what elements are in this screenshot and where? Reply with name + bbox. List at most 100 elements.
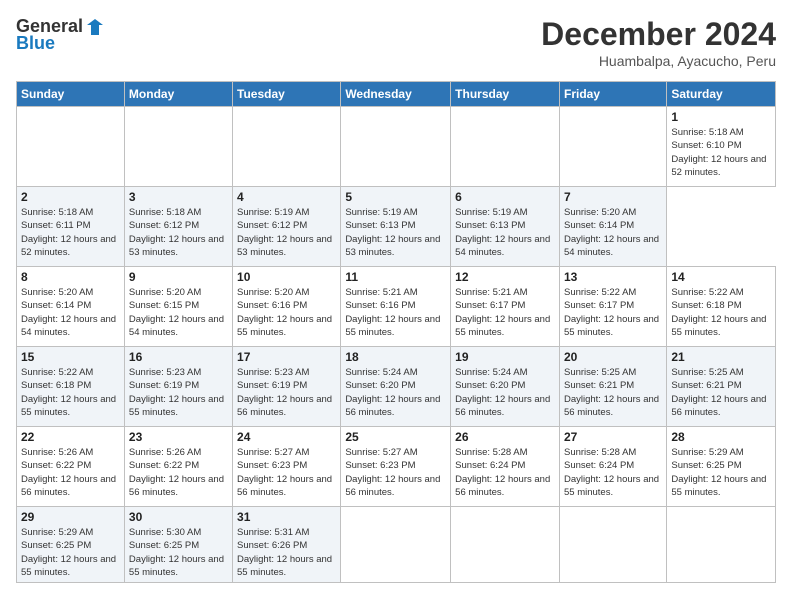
calendar-day-cell: 16 Sunrise: 5:23 AMSunset: 6:19 PMDayligh… [124,347,232,427]
day-info: Sunrise: 5:20 AMSunset: 6:15 PMDaylight:… [129,286,228,339]
calendar-header-row: SundayMondayTuesdayWednesdayThursdayFrid… [17,82,776,107]
logo-flag-icon [85,17,105,37]
day-info: Sunrise: 5:31 AMSunset: 6:26 PMDaylight:… [237,526,336,579]
calendar-day-cell: 14 Sunrise: 5:22 AMSunset: 6:18 PMDayligh… [667,267,776,347]
calendar-day-cell: 31 Sunrise: 5:31 AMSunset: 6:26 PMDayligh… [233,507,341,583]
month-title: December 2024 [541,16,776,53]
day-number: 6 [455,190,555,204]
calendar-day-cell: 7 Sunrise: 5:20 AMSunset: 6:14 PMDaylight… [559,187,666,267]
day-info: Sunrise: 5:18 AMSunset: 6:10 PMDaylight:… [671,126,771,179]
calendar-day-cell: 13 Sunrise: 5:22 AMSunset: 6:17 PMDayligh… [559,267,666,347]
column-header-friday: Friday [559,82,666,107]
day-number: 4 [237,190,336,204]
day-info: Sunrise: 5:21 AMSunset: 6:17 PMDaylight:… [455,286,555,339]
page-header: General Blue December 2024 Huambalpa, Ay… [16,16,776,69]
calendar-day-cell: 19Sunrise: 5:24 AMSunset: 6:20 PMDayligh… [451,347,560,427]
calendar-day-cell: 20Sunrise: 5:25 AMSunset: 6:21 PMDayligh… [559,347,666,427]
day-number: 9 [129,270,228,284]
calendar-day-cell: 17 Sunrise: 5:23 AMSunset: 6:19 PMDayligh… [233,347,341,427]
calendar-day-cell: 15 Sunrise: 5:22 AMSunset: 6:18 PMDayligh… [17,347,125,427]
calendar-day-cell: 18Sunrise: 5:24 AMSunset: 6:20 PMDayligh… [341,347,451,427]
day-number: 13 [564,270,662,284]
calendar-day-cell [124,107,232,187]
day-info: Sunrise: 5:20 AMSunset: 6:16 PMDaylight:… [237,286,336,339]
day-info: Sunrise: 5:18 AMSunset: 6:11 PMDaylight:… [21,206,120,259]
calendar-day-cell: 26Sunrise: 5:28 AMSunset: 6:24 PMDayligh… [451,427,560,507]
day-number: 1 [671,110,771,124]
day-info: Sunrise: 5:23 AMSunset: 6:19 PMDaylight:… [129,366,228,419]
day-info: Sunrise: 5:22 AMSunset: 6:18 PMDaylight:… [671,286,771,339]
calendar-day-cell [17,107,125,187]
column-header-saturday: Saturday [667,82,776,107]
day-info: Sunrise: 5:22 AMSunset: 6:18 PMDaylight:… [21,366,120,419]
day-info: Sunrise: 5:19 AMSunset: 6:13 PMDaylight:… [345,206,446,259]
calendar-day-cell [451,107,560,187]
day-number: 17 [237,350,336,364]
day-info: Sunrise: 5:20 AMSunset: 6:14 PMDaylight:… [21,286,120,339]
column-header-tuesday: Tuesday [233,82,341,107]
day-info: Sunrise: 5:29 AMSunset: 6:25 PMDaylight:… [21,526,120,579]
day-number: 11 [345,270,446,284]
day-info: Sunrise: 5:20 AMSunset: 6:14 PMDaylight:… [564,206,662,259]
day-number: 15 [21,350,120,364]
day-number: 8 [21,270,120,284]
column-header-thursday: Thursday [451,82,560,107]
calendar-page: General Blue December 2024 Huambalpa, Ay… [0,0,792,612]
day-info: Sunrise: 5:19 AMSunset: 6:13 PMDaylight:… [455,206,555,259]
calendar-day-cell: 23Sunrise: 5:26 AMSunset: 6:22 PMDayligh… [124,427,232,507]
calendar-day-cell: 12 Sunrise: 5:21 AMSunset: 6:17 PMDayligh… [451,267,560,347]
calendar-day-cell: 6 Sunrise: 5:19 AMSunset: 6:13 PMDaylight… [451,187,560,267]
calendar-day-cell: 4 Sunrise: 5:19 AMSunset: 6:12 PMDaylight… [233,187,341,267]
day-info: Sunrise: 5:29 AMSunset: 6:25 PMDaylight:… [671,446,771,499]
calendar-day-cell: 30 Sunrise: 5:30 AMSunset: 6:25 PMDayligh… [124,507,232,583]
calendar-week-row: 22 Sunrise: 5:26 AMSunset: 6:22 PMDayligh… [17,427,776,507]
day-number: 5 [345,190,446,204]
calendar-week-row: 1 Sunrise: 5:18 AMSunset: 6:10 PMDaylight… [17,107,776,187]
calendar-day-cell: 21 Sunrise: 5:25 AMSunset: 6:21 PMDayligh… [667,347,776,427]
calendar-day-cell [341,107,451,187]
day-number: 25 [345,430,446,444]
day-info: Sunrise: 5:30 AMSunset: 6:25 PMDaylight:… [129,526,228,579]
day-number: 2 [21,190,120,204]
day-info: Sunrise: 5:25 AMSunset: 6:21 PMDaylight:… [671,366,771,419]
calendar-day-cell: 1 Sunrise: 5:18 AMSunset: 6:10 PMDaylight… [667,107,776,187]
day-number: 30 [129,510,228,524]
day-number: 31 [237,510,336,524]
logo-blue: Blue [16,33,55,54]
day-number: 21 [671,350,771,364]
calendar-week-row: 15 Sunrise: 5:22 AMSunset: 6:18 PMDayligh… [17,347,776,427]
calendar-day-cell: 11 Sunrise: 5:21 AMSunset: 6:16 PMDayligh… [341,267,451,347]
day-info: Sunrise: 5:23 AMSunset: 6:19 PMDaylight:… [237,366,336,419]
day-number: 23 [129,430,228,444]
calendar-day-cell: 2 Sunrise: 5:18 AMSunset: 6:11 PMDaylight… [17,187,125,267]
calendar-day-cell: 29 Sunrise: 5:29 AMSunset: 6:25 PMDayligh… [17,507,125,583]
day-info: Sunrise: 5:22 AMSunset: 6:17 PMDaylight:… [564,286,662,339]
day-number: 20 [564,350,662,364]
day-number: 22 [21,430,120,444]
day-info: Sunrise: 5:27 AMSunset: 6:23 PMDaylight:… [345,446,446,499]
day-info: Sunrise: 5:28 AMSunset: 6:24 PMDaylight:… [455,446,555,499]
calendar-day-cell: 25 Sunrise: 5:27 AMSunset: 6:23 PMDayligh… [341,427,451,507]
day-info: Sunrise: 5:27 AMSunset: 6:23 PMDaylight:… [237,446,336,499]
day-info: Sunrise: 5:28 AMSunset: 6:24 PMDaylight:… [564,446,662,499]
title-section: December 2024 Huambalpa, Ayacucho, Peru [541,16,776,69]
calendar-day-cell [559,107,666,187]
calendar-day-cell: 28Sunrise: 5:29 AMSunset: 6:25 PMDayligh… [667,427,776,507]
day-number: 27 [564,430,662,444]
day-info: Sunrise: 5:26 AMSunset: 6:22 PMDaylight:… [21,446,120,499]
day-number: 18 [345,350,446,364]
day-number: 19 [455,350,555,364]
calendar-week-row: 29 Sunrise: 5:29 AMSunset: 6:25 PMDayligh… [17,507,776,583]
day-number: 12 [455,270,555,284]
day-number: 7 [564,190,662,204]
calendar-week-row: 2 Sunrise: 5:18 AMSunset: 6:11 PMDaylight… [17,187,776,267]
day-number: 16 [129,350,228,364]
calendar-week-row: 8 Sunrise: 5:20 AMSunset: 6:14 PMDaylight… [17,267,776,347]
day-info: Sunrise: 5:21 AMSunset: 6:16 PMDaylight:… [345,286,446,339]
calendar-day-cell: 8 Sunrise: 5:20 AMSunset: 6:14 PMDaylight… [17,267,125,347]
day-info: Sunrise: 5:19 AMSunset: 6:12 PMDaylight:… [237,206,336,259]
day-number: 29 [21,510,120,524]
day-number: 10 [237,270,336,284]
day-number: 14 [671,270,771,284]
calendar-day-cell [451,507,560,583]
